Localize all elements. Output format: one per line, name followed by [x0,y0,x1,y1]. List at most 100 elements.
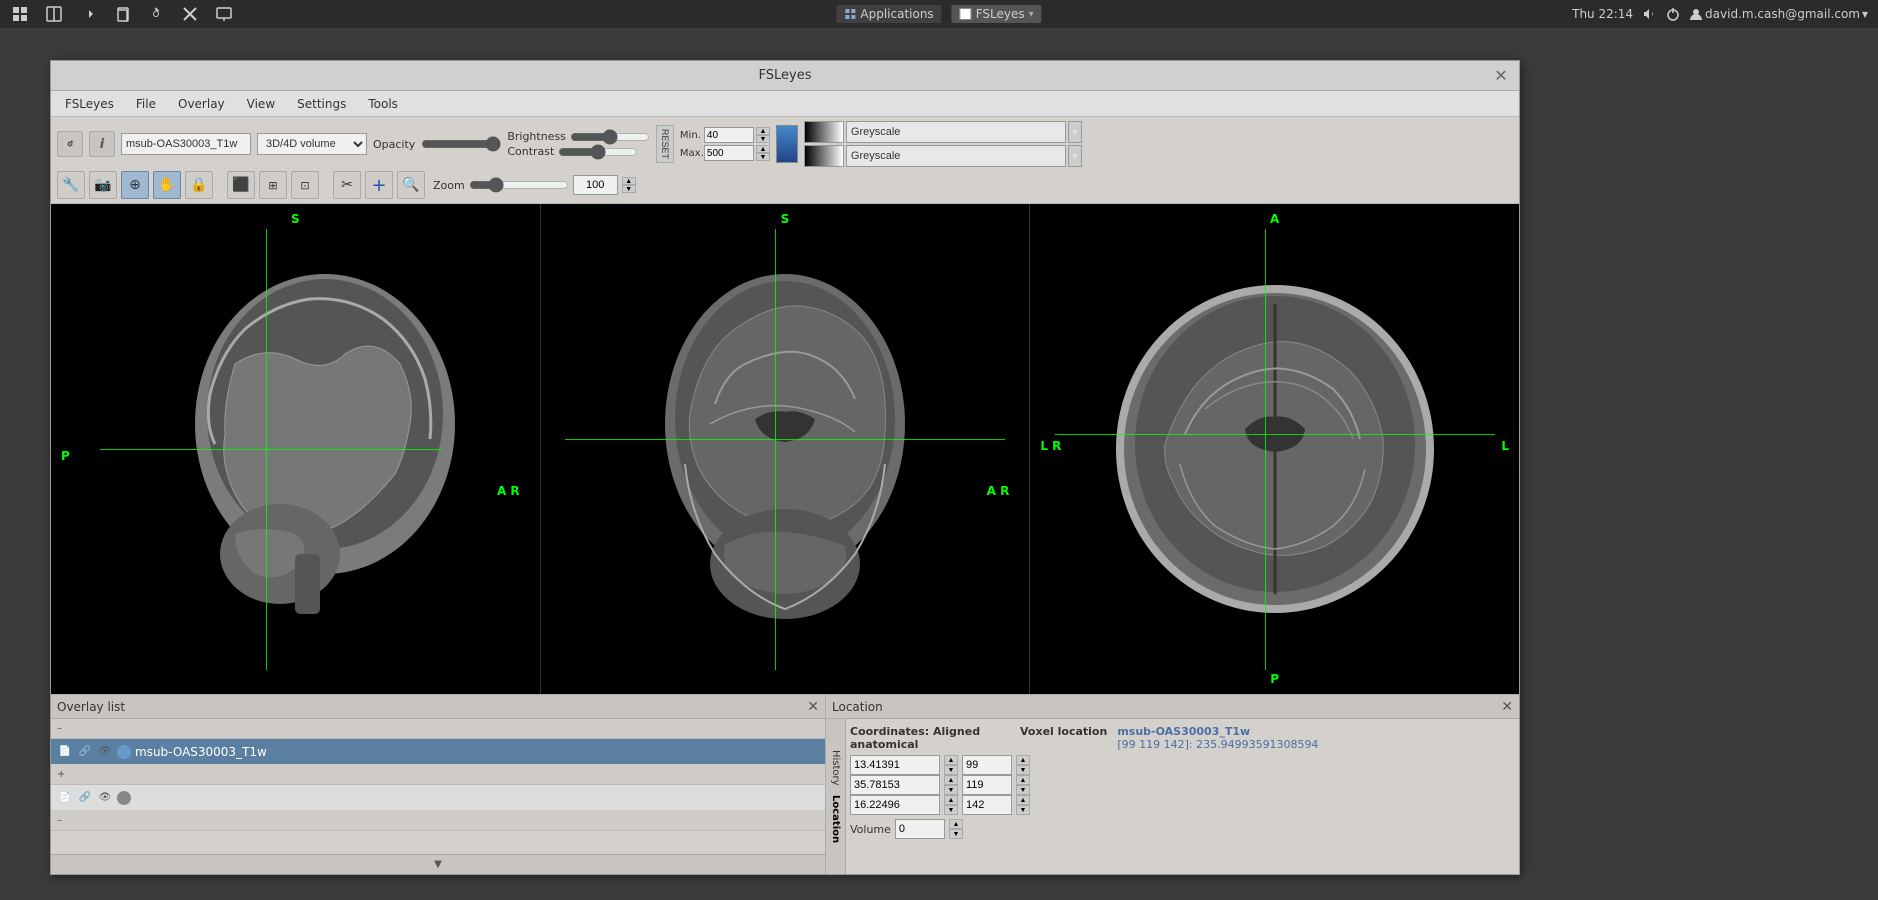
voxel1-input[interactable] [962,755,1012,775]
system-bar-right: Thu 22:14 david.m.cash@gmail.com ▾ [1572,6,1868,22]
sagittal-view[interactable]: S P A R [51,204,541,694]
voxel2-down[interactable]: ▼ [1016,785,1030,795]
clock: Thu 22:14 [1572,7,1633,21]
overlay-link-icon-1[interactable]: 🔗 [77,790,93,806]
coord1-down[interactable]: ▼ [944,765,958,775]
voxel3-down[interactable]: ▼ [1016,805,1030,815]
overlay-settings-icon[interactable] [57,131,83,157]
contrast-slider[interactable] [558,145,638,159]
scissors-icon[interactable]: ✂ [333,171,361,199]
overlay-name-input[interactable] [121,133,251,155]
tab-location[interactable]: Location [828,791,843,847]
min-down-btn[interactable]: ▼ [756,135,770,143]
voxel3-input[interactable] [962,795,1012,815]
display-icon[interactable] [214,4,234,24]
overlay-link-icon-0[interactable]: 🔗 [77,744,93,760]
pan-icon[interactable]: ✋ [153,171,181,199]
overlay-file-icon-1[interactable]: 📄 [57,790,73,806]
view1-icon[interactable]: ⬛ [227,171,255,199]
min-input[interactable] [704,127,754,143]
overlay-color-1 [117,791,131,805]
location-close-btn[interactable]: ✕ [1501,699,1513,715]
voxel1-up[interactable]: ▲ [1016,755,1030,765]
coord3-input[interactable] [850,795,940,815]
colormap2-select[interactable]: Greyscale [846,145,1066,167]
overlay-eye-icon-0[interactable]: 👁 [97,744,113,760]
arrow-icon[interactable] [78,4,98,24]
power-icon[interactable] [1665,6,1681,22]
plus-icon[interactable]: + [365,171,393,199]
overlay-file-icon-0[interactable]: 📄 [57,744,73,760]
view3-icon[interactable]: ⊡ [291,171,319,199]
camera-icon[interactable]: 📷 [89,171,117,199]
volume-down[interactable]: ▼ [949,829,963,839]
voxel1-down[interactable]: ▼ [1016,765,1030,775]
min-up-btn[interactable]: ▲ [756,127,770,135]
overlay-plus1[interactable]: + [57,769,65,780]
coord2-down[interactable]: ▼ [944,785,958,795]
volume-up[interactable]: ▲ [949,819,963,829]
menu-settings[interactable]: Settings [287,95,356,113]
voxel3-up[interactable]: ▲ [1016,795,1030,805]
reset-button[interactable]: RESET [656,125,674,163]
grid-icon[interactable] [10,4,30,24]
coord2-input[interactable] [850,775,940,795]
menu-tools[interactable]: Tools [358,95,408,113]
settings-icon[interactable] [146,4,166,24]
zoom-input[interactable] [573,175,618,195]
window-close-button[interactable]: ✕ [1491,66,1511,86]
menu-fsleyes[interactable]: FSLeyes [55,95,124,113]
wrench-icon[interactable]: 🔧 [57,171,85,199]
lock-icon[interactable]: 🔒 [185,171,213,199]
coord1-up[interactable]: ▲ [944,755,958,765]
window-titlebar: FSLeyes ✕ [51,61,1519,91]
colormap1-dropdown-btn[interactable]: ▼ [1068,121,1082,143]
menu-overlay[interactable]: Overlay [168,95,235,113]
applications-btn[interactable]: Applications [836,5,941,23]
coord2-up[interactable]: ▲ [944,775,958,785]
menu-file[interactable]: File [126,95,166,113]
zoom-slider[interactable] [469,178,569,192]
overlay-eye-icon-1[interactable]: 👁 [97,790,113,806]
close-x-icon[interactable] [180,4,200,24]
colormap2-dropdown-btn[interactable]: ▼ [1068,145,1082,167]
fsleyes-dropdown-icon[interactable]: ▾ [1029,9,1034,20]
view2-icon[interactable]: ⊞ [259,171,287,199]
voxel2-input[interactable] [962,775,1012,795]
color-swatch[interactable] [776,125,798,163]
overlay-info-icon[interactable]: i [89,131,115,157]
overlay-row-0[interactable]: 📄 🔗 👁 msub-OAS30003_T1w [51,739,825,765]
window-title: FSLeyes [759,68,812,83]
overlay-list-header: Overlay list ✕ [51,695,825,719]
tab-history[interactable]: History [828,746,843,790]
colormap1-select[interactable]: Greyscale [846,121,1066,143]
workspace-icon[interactable] [44,4,64,24]
max-input[interactable] [704,145,754,161]
zoom-down-btn[interactable]: ▼ [622,185,636,193]
overlay-scroll-down-btn[interactable]: ▼ [434,859,442,870]
voxel2-up[interactable]: ▲ [1016,775,1030,785]
menu-view[interactable]: View [237,95,285,113]
search-icon[interactable]: 🔍 [397,171,425,199]
coord3-up[interactable]: ▲ [944,795,958,805]
fsleyes-taskbar-btn[interactable]: FSLeyes ▾ [952,5,1042,23]
volume-input[interactable] [895,819,945,839]
coord1-input[interactable] [850,755,940,775]
zoom-up-btn[interactable]: ▲ [622,177,636,185]
overlay-list-panel: Overlay list ✕ – 📄 🔗 👁 msub-OAS30003_T1w [51,695,826,874]
volume-icon[interactable] [1641,6,1657,22]
overlay-list-close-btn[interactable]: ✕ [807,699,819,715]
opacity-slider[interactable] [421,137,501,151]
axial-view[interactable]: A L R L P [1030,204,1519,694]
max-down-btn[interactable]: ▼ [756,153,770,161]
coord3-down[interactable]: ▼ [944,805,958,815]
crosshair-icon[interactable]: ⊕ [121,171,149,199]
copy-icon[interactable] [112,4,132,24]
user-menu[interactable]: david.m.cash@gmail.com ▾ [1689,7,1868,21]
coronal-view[interactable]: S A R [541,204,1031,694]
sagittal-mri [51,204,540,694]
max-up-btn[interactable]: ▲ [756,145,770,153]
overlay-row-1[interactable]: 📄 🔗 👁 sub-OAS30003_T1w [51,785,825,811]
brightness-slider[interactable] [570,130,650,144]
volume-type-select[interactable]: 3D/4D volume [257,133,367,155]
